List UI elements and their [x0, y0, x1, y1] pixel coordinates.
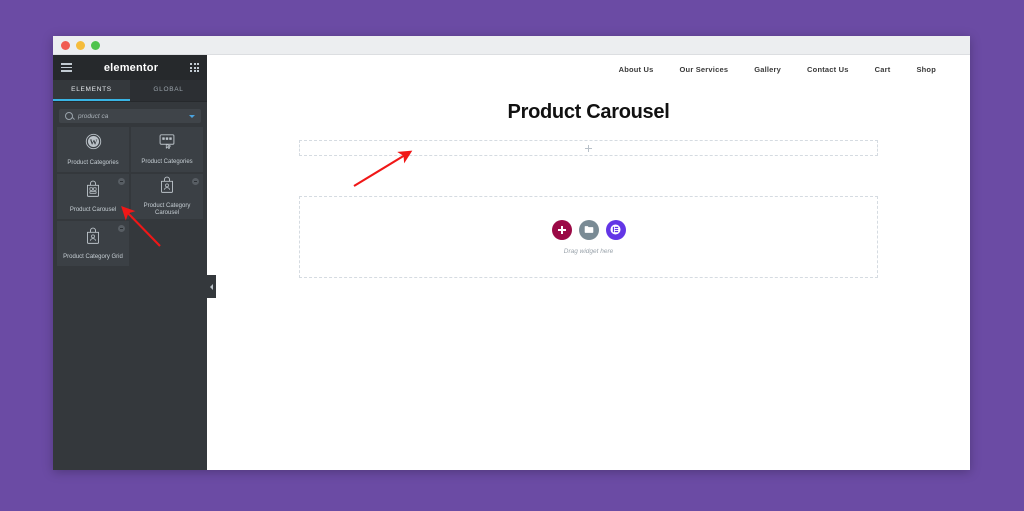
nav-link-gallery[interactable]: Gallery [754, 65, 781, 74]
categories-card-icon [158, 133, 176, 154]
widget-label: Product Category Grid [63, 253, 123, 260]
add-section-button[interactable] [551, 219, 572, 240]
hamburger-menu-icon[interactable] [61, 63, 72, 72]
elementor-panel: elementor ELEMENTS GLOBAL product ca W P… [53, 55, 216, 470]
chevron-down-icon[interactable] [189, 114, 195, 118]
widget-grid: W Product Categories Product Categories … [53, 127, 207, 266]
widget-dropzone-section[interactable]: Drag widget here [299, 196, 878, 278]
widget-label: Product Categories [141, 159, 193, 166]
nav-link-contact-us[interactable]: Contact Us [807, 65, 849, 74]
widget-card-product-category-carousel[interactable]: Product Category Carousel [131, 174, 203, 219]
shopping-bag-person-icon [159, 176, 175, 198]
panel-tabs: ELEMENTS GLOBAL [53, 80, 207, 102]
wordpress-icon: W [85, 133, 102, 155]
dropzone-hint-text: Drag widget here [563, 247, 614, 255]
shopping-bag-person-icon [85, 227, 101, 249]
svg-text:W: W [89, 137, 97, 146]
pro-badge-icon [118, 178, 125, 185]
widget-label: Product Categories [67, 159, 119, 166]
page-title: Product Carousel [507, 101, 670, 123]
panel-header: elementor [53, 55, 207, 80]
minimize-window-button[interactable] [76, 40, 85, 50]
close-window-button[interactable] [61, 40, 70, 50]
nav-link-shop[interactable]: Shop [916, 65, 936, 74]
nav-link-our-services[interactable]: Our Services [680, 65, 729, 74]
search-icon [65, 112, 73, 120]
add-template-button[interactable] [578, 219, 599, 240]
search-input[interactable]: product ca [59, 109, 201, 123]
shopping-bag-icon [85, 180, 101, 202]
browser-window: elementor ELEMENTS GLOBAL product ca W P… [53, 36, 970, 470]
plus-icon[interactable] [585, 144, 592, 152]
widget-label: Product Category Carousel [143, 203, 191, 216]
editor-canvas: About Us Our Services Gallery Contact Us… [207, 55, 970, 470]
maximize-window-button[interactable] [91, 40, 100, 50]
tab-global[interactable]: GLOBAL [130, 80, 207, 101]
widget-card-product-category-grid[interactable]: Product Category Grid [57, 221, 129, 266]
widget-label: Product Carousel [69, 206, 117, 213]
tab-elements[interactable]: ELEMENTS [53, 80, 130, 101]
widget-card-product-categories-wordpress[interactable]: W Product Categories [57, 127, 129, 172]
collapse-panel-button[interactable] [207, 275, 216, 298]
site-navigation: About Us Our Services Gallery Contact Us… [207, 55, 970, 83]
plus-icon [557, 225, 566, 234]
folder-icon [584, 226, 593, 233]
pro-badge-icon [118, 225, 125, 232]
chevron-left-icon [210, 283, 213, 290]
empty-section[interactable] [299, 140, 878, 156]
browser-content: elementor ELEMENTS GLOBAL product ca W P… [53, 55, 970, 470]
window-titlebar [53, 36, 970, 55]
widget-card-product-categories[interactable]: Product Categories [131, 127, 203, 172]
elementor-ai-button[interactable] [605, 219, 626, 240]
panel-search-wrapper: product ca [53, 102, 207, 127]
dropzone-buttons [551, 219, 626, 240]
grid-view-icon[interactable] [190, 63, 199, 72]
nav-link-about-us[interactable]: About Us [619, 65, 654, 74]
widget-card-product-carousel[interactable]: Product Carousel [57, 174, 129, 219]
elementor-logo-text: elementor [103, 61, 159, 74]
search-input-value: product ca [78, 112, 109, 120]
elementor-logo-icon [610, 224, 621, 235]
nav-link-cart[interactable]: Cart [875, 65, 891, 74]
pro-badge-icon [192, 178, 199, 185]
